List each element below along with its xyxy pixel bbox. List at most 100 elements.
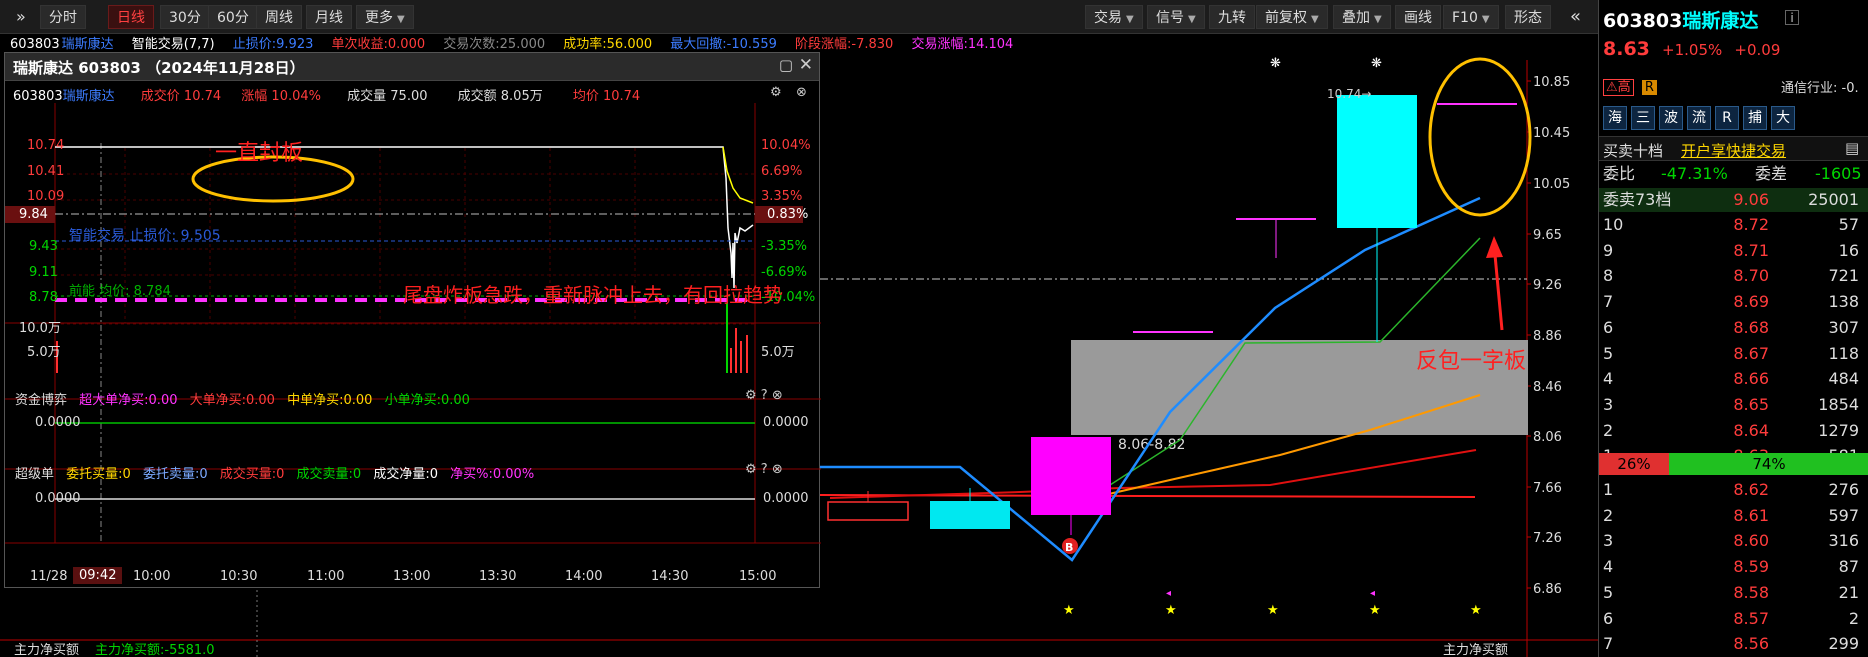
overlay-menu[interactable]: 叠加 ▼: [1333, 5, 1391, 29]
stock-price: 8.63: [1603, 38, 1650, 60]
signal-menu[interactable]: 信号 ▼: [1147, 5, 1205, 29]
price-axis-tick: 8.46: [1533, 380, 1562, 395]
fund-zero-left: 0.0000: [35, 415, 81, 430]
close-icon[interactable]: ✕: [799, 55, 813, 75]
info-indicator[interactable]: 智能交易(7,7): [132, 37, 215, 52]
draw-line-button[interactable]: 画线: [1395, 5, 1441, 29]
right-tick: 5.0万: [761, 345, 795, 360]
popup-header[interactable]: 瑞斯康达 603803 （2024年11月28日） ▢ ✕: [5, 53, 819, 81]
ask-row[interactable]: 6 8.68 307: [1599, 316, 1868, 340]
sell-ratio-bar: 74%: [1669, 453, 1868, 475]
super-zero-left: 0.0000: [35, 491, 81, 506]
tool-tab[interactable]: 三: [1631, 106, 1655, 130]
left-tick-current: 9.84: [19, 207, 48, 222]
nine-turn-button[interactable]: 九转: [1209, 5, 1255, 29]
book-link[interactable]: 开户享快捷交易: [1681, 140, 1786, 161]
ask-row[interactable]: 2 8.64 1279: [1599, 419, 1868, 443]
collapse-icon[interactable]: «: [1562, 5, 1589, 29]
tool-tab[interactable]: R: [1715, 106, 1739, 130]
period-intraday[interactable]: 分时: [40, 5, 86, 29]
bid-row[interactable]: 5 8.58 21: [1599, 581, 1868, 605]
settings-icon[interactable]: ⚙: [745, 388, 757, 403]
quote-name: 瑞斯康达: [62, 89, 115, 104]
calculator-icon[interactable]: ▤: [1845, 139, 1859, 157]
tool-tab[interactable]: 波: [1659, 106, 1683, 130]
svg-text:★: ★: [1470, 603, 1482, 618]
period-60min[interactable]: 60分: [208, 5, 258, 29]
quote-close-icon[interactable]: ⊗: [796, 85, 807, 100]
signal-menu-label: 信号: [1156, 10, 1184, 26]
candles: [827, 95, 1517, 535]
tool-tab[interactable]: 捕: [1743, 106, 1767, 130]
price-axis-tick: 7.26: [1533, 531, 1562, 546]
ask-summary-price: 9.06: [1733, 190, 1769, 209]
bid-row[interactable]: 4 8.59 87: [1599, 555, 1868, 579]
bid-price: 8.57: [1733, 608, 1769, 628]
adjust-menu[interactable]: 前复权 ▼: [1256, 5, 1328, 29]
right-tick: 10.04%: [761, 138, 811, 153]
tag-high[interactable]: ⚠高: [1603, 79, 1634, 96]
tag-r[interactable]: R: [1641, 80, 1657, 95]
price-axis-tick: 10.05: [1533, 177, 1570, 192]
time-date: 11/28: [30, 569, 68, 584]
book-title[interactable]: 买卖十档: [1603, 140, 1663, 161]
ask-summary-label: 委卖73档: [1603, 190, 1672, 209]
ask-row[interactable]: 8 8.70 721: [1599, 264, 1868, 288]
period-30min[interactable]: 30分: [160, 5, 210, 29]
maximize-icon[interactable]: ▢: [779, 56, 793, 74]
period-daily[interactable]: 日线: [108, 5, 154, 29]
bid-price: 8.59: [1733, 557, 1769, 577]
right-tick-current: 0.83%: [767, 207, 809, 222]
bid-row[interactable]: 6 8.57 2: [1599, 607, 1868, 631]
info-icon[interactable]: i: [1785, 10, 1799, 25]
stock-quote: 8.63 +1.05% +0.09: [1603, 38, 1780, 60]
close-icon[interactable]: ⊗: [772, 388, 783, 403]
left-tick: 10.74: [27, 138, 65, 153]
ask-level: 6: [1603, 317, 1614, 337]
close-icon[interactable]: ⊗: [772, 462, 783, 477]
ask-row[interactable]: 5 8.67 118: [1599, 342, 1868, 366]
time-tick: 14:00: [565, 569, 603, 584]
info-stage-gain: 阶段涨幅:-7.830: [795, 37, 894, 52]
tool-tab[interactable]: 大: [1771, 106, 1795, 130]
ask-row[interactable]: 10 8.72 57: [1599, 213, 1868, 237]
ask-row[interactable]: 7 8.69 138: [1599, 290, 1868, 314]
tag-high-label: 高: [1617, 80, 1631, 95]
ask-price: 8.65: [1733, 394, 1769, 414]
stop-loss-label: 智能交易 止损价: 9.505: [69, 228, 221, 244]
bid-row[interactable]: 2 8.61 597: [1599, 504, 1868, 528]
ask-row[interactable]: 9 8.71 16: [1599, 239, 1868, 263]
help-icon[interactable]: ?: [761, 462, 768, 477]
bid-row[interactable]: 1 8.62 276: [1599, 478, 1868, 502]
info-max-drawdown: 最大回撤:-10.559: [670, 37, 777, 52]
period-monthly[interactable]: 月线: [306, 5, 352, 29]
settings-icon[interactable]: ⚙: [745, 462, 757, 477]
info-last-gain: 单次收益:0.000: [331, 37, 426, 52]
tool-tab[interactable]: 流: [1687, 106, 1711, 130]
super-item: 净买%:0.00%: [450, 467, 535, 482]
svg-text:★: ★: [1369, 603, 1381, 618]
ask-row[interactable]: 4 8.66 484: [1599, 367, 1868, 391]
intraday-popup[interactable]: 瑞斯康达 603803 （2024年11月28日） ▢ ✕ 603803瑞斯康达…: [4, 52, 821, 589]
bid-row[interactable]: 7 8.56 299: [1599, 632, 1868, 656]
quote-settings-icon[interactable]: ⚙: [770, 85, 782, 100]
time-tick: 14:30: [651, 569, 689, 584]
menu-icon[interactable]: »: [8, 5, 38, 29]
help-icon[interactable]: ?: [761, 388, 768, 403]
bid-row[interactable]: 3 8.60 316: [1599, 529, 1868, 553]
ask-row[interactable]: 3 8.65 1854: [1599, 393, 1868, 417]
period-more[interactable]: 更多 ▼: [356, 5, 414, 29]
pattern-button[interactable]: 形态: [1505, 5, 1551, 29]
intraday-chart[interactable]: [5, 103, 821, 589]
f10-menu[interactable]: F10 ▼: [1443, 5, 1499, 29]
trade-menu[interactable]: 交易 ▼: [1085, 5, 1143, 29]
ask-volume: 1279: [1818, 420, 1859, 440]
tool-tab[interactable]: 海: [1603, 106, 1627, 130]
super-item: 成交卖量:0: [296, 467, 362, 482]
bid-level: 7: [1603, 634, 1614, 654]
info-trade-gain: 交易涨幅:14.104: [911, 37, 1014, 52]
chevron-down-icon: ▼: [1311, 14, 1319, 25]
fund-zero-right: 0.0000: [763, 415, 809, 430]
left-tick: 5.0万: [27, 345, 61, 360]
period-weekly[interactable]: 周线: [256, 5, 302, 29]
